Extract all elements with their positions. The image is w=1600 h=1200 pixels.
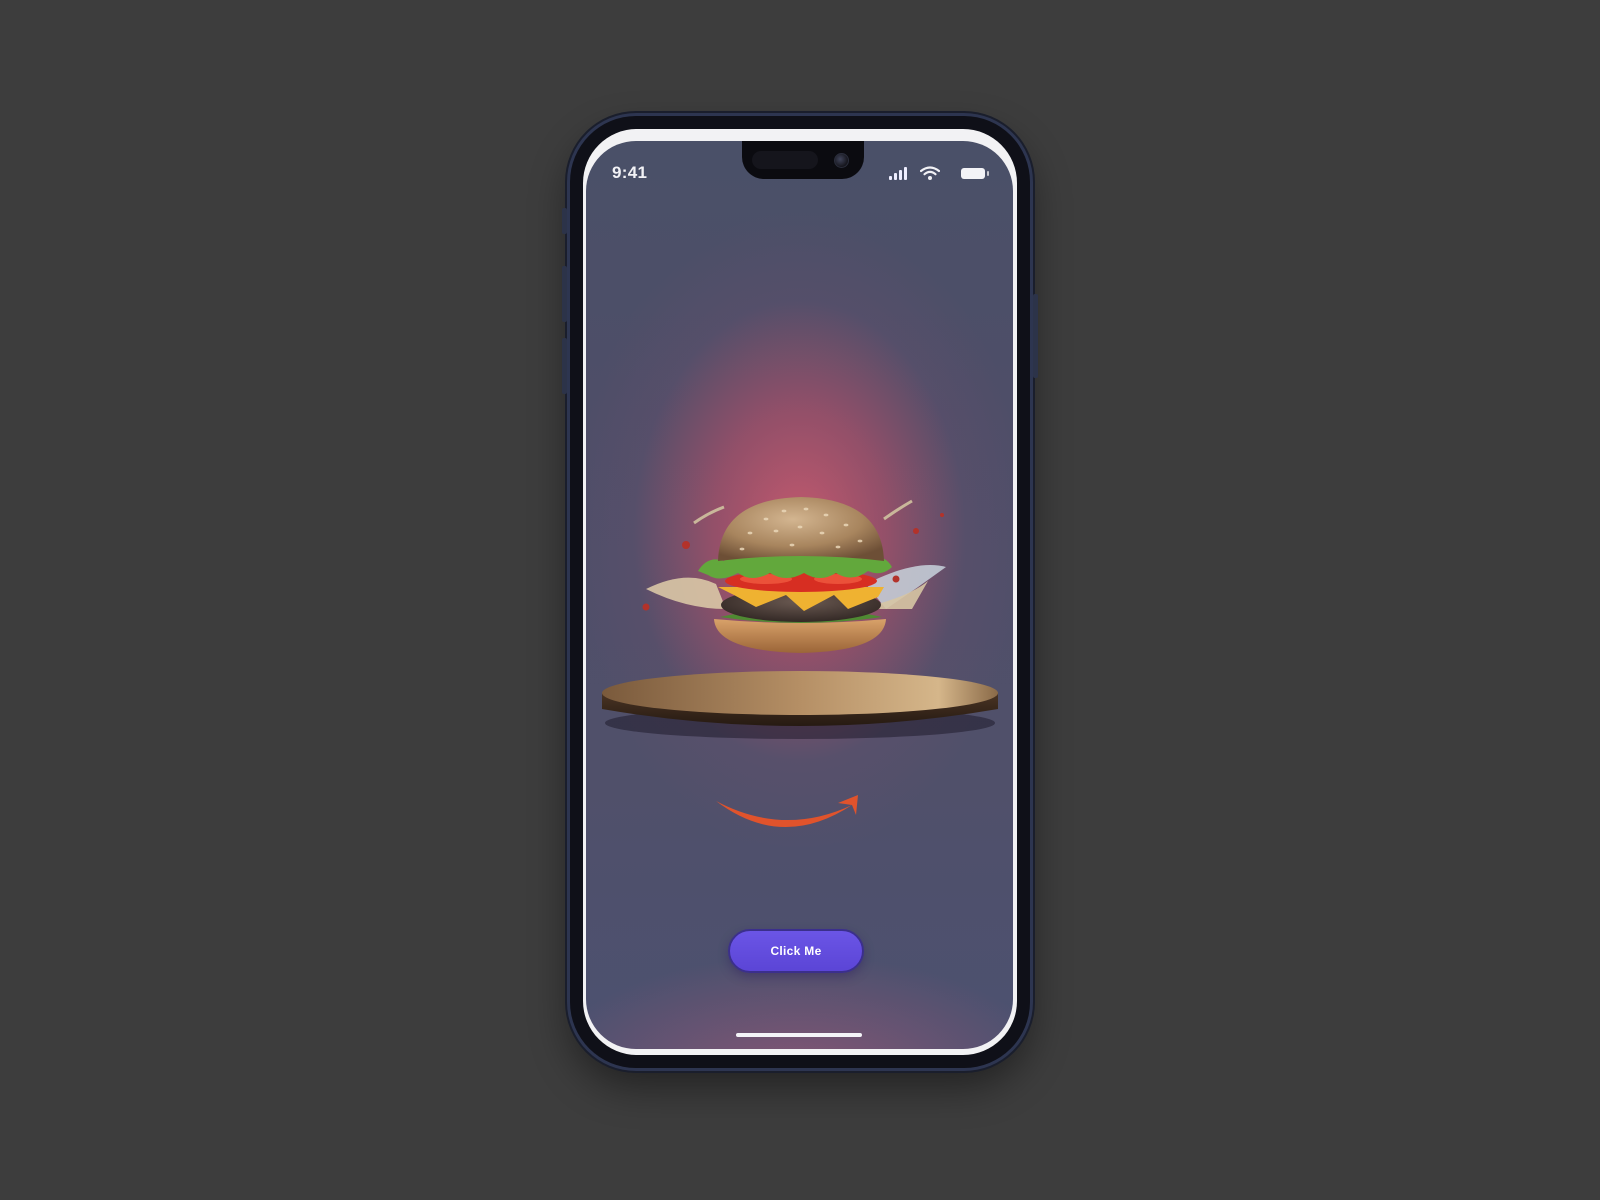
smile-arrow-logo-icon <box>716 795 858 828</box>
wooden-board-image <box>602 671 998 739</box>
status-time: 9:41 <box>612 163 648 182</box>
volume-down-button <box>562 338 567 394</box>
action-button <box>562 208 567 234</box>
canvas-background: 9:41 Click Me <box>0 0 1600 1200</box>
wifi-icon <box>920 166 940 180</box>
status-icons <box>889 166 989 182</box>
dynamic-island <box>742 141 864 179</box>
screen-bezel: 9:41 Click Me <box>583 129 1017 1055</box>
power-button <box>1033 294 1038 378</box>
burger-image <box>642 497 946 653</box>
click-me-button[interactable]: Click Me <box>728 929 864 973</box>
front-camera-icon <box>834 153 849 168</box>
cellular-signal-icon <box>889 166 907 180</box>
phone-mockup: 9:41 Click Me <box>562 116 1038 1068</box>
battery-icon <box>961 168 989 179</box>
island-pill <box>752 151 818 169</box>
home-indicator[interactable] <box>736 1033 862 1037</box>
app-screen: 9:41 Click Me <box>586 141 1013 1049</box>
volume-up-button <box>562 266 567 322</box>
